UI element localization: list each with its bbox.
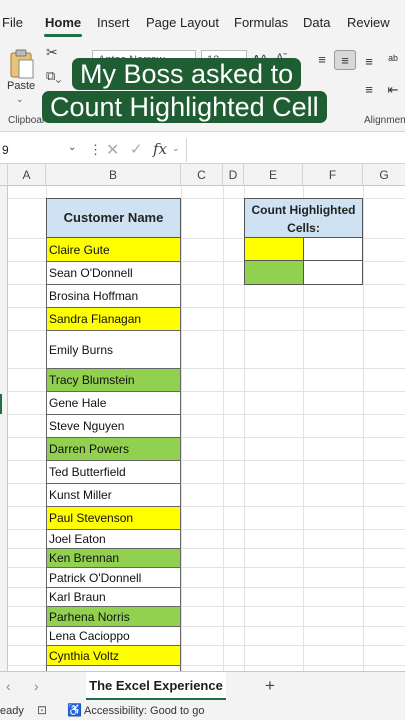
more-options-icon[interactable]: ⋮ <box>89 142 102 158</box>
table-row[interactable]: Gene Hale <box>46 392 181 415</box>
paste-icon[interactable] <box>8 48 36 80</box>
tab-data[interactable]: Data <box>303 15 330 30</box>
customer-name: Tracy Blumstein <box>49 373 135 387</box>
table-row[interactable]: Kunst Miller <box>46 484 181 507</box>
count-highlighted-header[interactable]: Count Highlighted Cells: <box>244 198 363 238</box>
clipboard-group-label: Clipboar <box>8 115 46 126</box>
indent-icon[interactable]: ⇤ <box>382 80 404 100</box>
customer-name: Lena Cacioppo <box>49 629 130 643</box>
customer-name: Joel Eaton <box>49 532 106 546</box>
table-row[interactable]: Lena Cacioppo <box>46 627 181 646</box>
sheet-tab-bar: ‹ › The Excel Experience + <box>0 671 405 701</box>
add-sheet-icon[interactable]: + <box>265 676 275 696</box>
status-ready: eady <box>0 705 24 717</box>
count-header-line-1: Count Highlighted <box>251 203 356 217</box>
ribbon-tab-bar: File Home Insert Page Layout Formulas Da… <box>0 0 405 40</box>
column-header-f[interactable]: F <box>303 164 363 186</box>
table-row[interactable]: Brosina Hoffman <box>46 285 181 308</box>
table-row[interactable]: Emily Burns <box>46 331 181 369</box>
customer-name: Paul Stevenson <box>49 511 134 525</box>
row-headers[interactable] <box>0 186 8 671</box>
align-right-icon[interactable]: ≡ <box>358 80 380 100</box>
customer-name: Karl Braun <box>49 590 106 604</box>
count-header-line-2: Cells: <box>287 221 320 235</box>
video-caption: My Boss asked to Count Highlighted Cell <box>42 58 360 126</box>
table-row[interactable]: Ted Butterfield <box>46 461 181 484</box>
column-header-d[interactable]: D <box>223 164 244 186</box>
table-row[interactable]: Ken Brennan <box>46 549 181 568</box>
table-row[interactable]: Parhena Norris <box>46 607 181 627</box>
table-row[interactable]: Darren Powers <box>46 438 181 461</box>
table-row[interactable]: Tracy Blumstein <box>46 369 181 392</box>
customer-name: Brosina Hoffman <box>49 289 139 303</box>
customer-name: Sandra Flanagan <box>49 312 142 326</box>
orientation-icon[interactable]: ᵃᵇ <box>382 50 404 70</box>
tab-formulas[interactable]: Formulas <box>234 15 288 30</box>
column-headers: A B C D E F G <box>0 164 405 186</box>
insert-function-icon[interactable]: fx <box>153 140 167 158</box>
green-sample-cell[interactable] <box>244 261 304 285</box>
chevron-down-icon[interactable]: ⌄ <box>68 142 76 153</box>
table-row[interactable]: Cynthia Voltz <box>46 646 181 666</box>
chevron-left-icon[interactable]: ‹ <box>6 678 11 694</box>
customer-name: Sean O'Donnell <box>49 266 133 280</box>
customer-name: Ken Brennan <box>49 551 120 565</box>
table-row[interactable]: Patrick O'Donnell <box>46 568 181 588</box>
customer-name: Gene Hale <box>49 396 107 410</box>
accessibility-status[interactable]: Accessibility: Good to go <box>84 705 204 717</box>
formula-input[interactable] <box>186 138 405 162</box>
align-bottom-icon[interactable]: ≡ <box>358 52 380 72</box>
caption-line-1: My Boss asked to <box>72 58 302 90</box>
table-row[interactable]: Joel Eaton <box>46 530 181 549</box>
chevron-down-icon[interactable]: ⌄ <box>172 143 180 154</box>
customer-name: Steve Nguyen <box>49 419 125 433</box>
accessibility-icon[interactable]: ♿ <box>67 703 82 717</box>
customer-name: Kunst Miller <box>49 488 112 502</box>
customer-name-header[interactable]: Customer Name <box>46 198 181 238</box>
status-bar: eady ⊡ ♿ Accessibility: Good to go <box>0 701 405 720</box>
sheet-tab-the-excel-experience[interactable]: The Excel Experience <box>86 672 226 700</box>
macro-record-icon[interactable]: ⊡ <box>37 703 47 717</box>
customer-name: Claire Gute <box>49 242 110 257</box>
customer-name: Ted Butterfield <box>49 465 126 479</box>
tab-insert[interactable]: Insert <box>97 15 130 30</box>
alignment-group-label: Alignmen <box>364 115 405 126</box>
gridline <box>181 186 182 671</box>
table-row[interactable]: Sandra Flanagan <box>46 308 181 331</box>
select-all-corner[interactable] <box>0 164 8 186</box>
customer-name: Darren Powers <box>49 442 130 456</box>
gridline <box>223 186 224 671</box>
chevron-down-icon[interactable]: ⌄ <box>16 94 24 105</box>
table-row[interactable]: Sean O'Donnell <box>46 262 181 285</box>
table-row[interactable]: Steve Nguyen <box>46 415 181 438</box>
paste-label[interactable]: Paste <box>7 80 35 92</box>
tab-home[interactable]: Home <box>45 15 81 30</box>
customer-name: Cynthia Voltz <box>49 648 120 663</box>
tab-page-layout[interactable]: Page Layout <box>146 15 219 30</box>
column-header-a[interactable]: A <box>8 164 46 186</box>
selected-row-indicator <box>0 394 2 414</box>
customer-name: Patrick O'Donnell <box>49 570 142 585</box>
yellow-count-cell[interactable] <box>303 238 363 261</box>
table-row[interactable]: Claire Gute <box>46 238 181 262</box>
formula-bar: 9 ⌄ ⋮ ✕ ✓ fx ⌄ <box>0 136 405 164</box>
caption-line-2: Count Highlighted Cell <box>42 91 327 123</box>
table-row[interactable]: Karl Braun <box>46 588 181 607</box>
column-header-c[interactable]: C <box>181 164 223 186</box>
cancel-icon[interactable]: ✕ <box>106 140 119 160</box>
customer-name: Emily Burns <box>49 342 114 357</box>
column-header-e[interactable]: E <box>244 164 303 186</box>
gridline <box>363 186 364 671</box>
tab-file[interactable]: File <box>2 15 23 30</box>
chevron-right-icon[interactable]: › <box>34 678 39 694</box>
column-header-b[interactable]: B <box>46 164 181 186</box>
customer-name: Parhena Norris <box>49 609 130 624</box>
table-row[interactable]: Paul Stevenson <box>46 507 181 530</box>
green-count-cell[interactable] <box>303 261 363 285</box>
yellow-sample-cell[interactable] <box>244 238 304 261</box>
tab-review[interactable]: Review <box>347 15 390 30</box>
check-icon[interactable]: ✓ <box>130 140 143 158</box>
active-tab-indicator <box>44 34 82 37</box>
column-header-g[interactable]: G <box>363 164 405 186</box>
